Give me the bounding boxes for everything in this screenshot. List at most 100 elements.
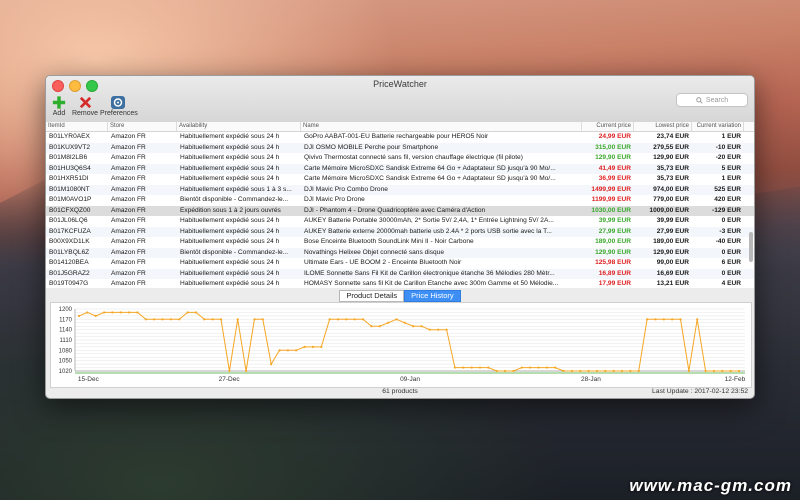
data-point <box>387 321 390 324</box>
data-point <box>144 318 147 321</box>
cell-store: Amazon FR <box>111 238 146 245</box>
cell-name: Novathings Helixee Objet connecté sans d… <box>304 248 445 256</box>
table-row[interactable]: B01KUX9VT2 Amazon FR Habituellement expédi… <box>46 142 754 153</box>
data-point <box>537 366 540 369</box>
cell-lowest-price: 189,00 EUR <box>653 238 689 245</box>
cell-lowest-price: 35,73 EUR <box>656 164 689 172</box>
data-point <box>253 318 256 321</box>
table-row[interactable]: B01LYBQL6Z Amazon FR Bientôt disponible - … <box>46 247 754 258</box>
cell-lowest-price: 129,90 EUR <box>653 154 689 161</box>
cell-name: DJI - Phantom 4 - Drone Quadricoptère av… <box>304 206 486 214</box>
table-row[interactable]: B01M0AVO1P Amazon FR Bientôt disponible - … <box>46 195 754 206</box>
data-point <box>203 318 206 321</box>
table-row[interactable]: B019T0947G Amazon FR Habituellement expédi… <box>46 279 754 288</box>
cell-current-variation: -20 EUR <box>715 154 741 161</box>
cell-current-price: 189,00 EUR <box>595 238 631 245</box>
cell-name: Qivivo Thermostat connecté sans fil, ver… <box>304 154 523 161</box>
cell-lowest-price: 13,21 EUR <box>656 280 689 287</box>
data-point <box>361 318 365 321</box>
cell-itemid: B01LYR0AEX <box>49 133 90 140</box>
table-row[interactable]: B01CFXQZ00 Amazon FR Expédition sous 1 à 2… <box>46 205 754 216</box>
data-point <box>412 325 415 328</box>
data-point <box>228 369 231 373</box>
cell-availability: Habituellement expédié sous 24 h <box>180 133 280 140</box>
price-history-chart: 1200 1170 1140 1110 1080 1050 1020 15-Dec 27-Dec… <box>50 302 752 388</box>
column-header-store[interactable]: Store <box>108 122 177 131</box>
table-row[interactable]: B01J5GRAZ2 Amazon FR Habituellement expédi… <box>46 268 754 279</box>
y-tick-label: 1200 <box>59 307 73 313</box>
cell-availability: Habituellement expédié sous 24 h <box>180 238 280 245</box>
column-header-availability[interactable]: Availability <box>177 122 301 131</box>
cell-current-price: 36,99 EUR <box>598 175 631 182</box>
cell-availability: Habituellement expédié sous 24 h <box>180 227 280 235</box>
tab-price-history[interactable]: Price History <box>404 290 461 302</box>
table-row[interactable]: B01HU3Q6S4 Amazon FR Habituellement expédi… <box>46 163 754 174</box>
products-table[interactable]: ItemId Store Availability Name Current p… <box>46 122 754 288</box>
cell-current-price: 129,90 EUR <box>595 154 631 161</box>
preferences-button[interactable]: Preferences <box>100 90 138 117</box>
cell-name: HOMASY Sonnette sans fil Kit de Carillon… <box>304 280 559 287</box>
data-point <box>620 369 624 373</box>
remove-button[interactable]: Remove <box>71 90 99 117</box>
y-tick-label: 1110 <box>60 338 73 344</box>
data-point <box>219 318 223 321</box>
last-update: Last Update : 2017-02-12 23:52 <box>652 388 748 395</box>
data-point <box>512 369 515 373</box>
data-point <box>278 349 281 352</box>
data-point <box>704 369 707 373</box>
cell-name: Bose Enceinte Bluetooth SoundLink Mini I… <box>304 238 474 245</box>
x-tick-label: 27-Dec <box>219 376 241 383</box>
cell-name: Ultimate Ears - UE BOOM 2 - Enceinte Blu… <box>304 259 462 266</box>
cell-availability: Habituellement expédié sous 24 h <box>180 280 280 287</box>
data-point <box>286 349 289 352</box>
table-row[interactable]: B017KCFUZA Amazon FR Habituellement expédi… <box>46 226 754 237</box>
tab-product-details[interactable]: Product Details <box>339 290 405 302</box>
cell-itemid: B01M8I2LB6 <box>49 154 88 161</box>
data-point <box>178 318 181 321</box>
table-row[interactable]: B01HXR51DI Amazon FR Habituellement expédi… <box>46 174 754 185</box>
cell-current-price: 1499,99 EUR <box>591 185 631 193</box>
cell-lowest-price: 16,69 EUR <box>656 269 689 277</box>
cell-name: ILOME Sonnette Sans Fil Kit de Carillon … <box>304 269 555 277</box>
cell-current-variation: 6 EUR <box>721 259 741 266</box>
table-row[interactable]: B01M1080NT Amazon FR Habituellement expédi… <box>46 184 754 195</box>
data-point <box>503 369 507 373</box>
table-header: ItemId Store Availability Name Current p… <box>46 122 754 132</box>
cell-availability: Expédition sous 1 à 2 jours ouvrés <box>180 206 281 214</box>
column-header-current-variation[interactable]: Current variation <box>692 122 744 131</box>
add-icon <box>52 96 66 109</box>
data-point <box>646 318 649 321</box>
search-field[interactable]: Search <box>676 93 748 107</box>
cell-store: Amazon FR <box>111 259 146 266</box>
cell-name: DJI Mavic Pro Combo Drone <box>304 185 388 193</box>
cell-store: Amazon FR <box>111 175 146 182</box>
cell-store: Amazon FR <box>111 196 146 203</box>
column-header-current-price[interactable]: Current price <box>582 122 634 131</box>
data-point <box>462 366 465 369</box>
cell-itemid: B01J5GRAZ2 <box>49 269 90 277</box>
add-button[interactable]: Add <box>52 90 66 117</box>
cell-current-price: 39,99 EUR <box>598 217 631 224</box>
y-tick-label: 1080 <box>59 348 73 354</box>
cell-current-variation: 0 EUR <box>721 269 741 277</box>
table-scrollbar[interactable] <box>749 232 753 262</box>
cell-name: GoPro AABAT-001-EU Batterie rechargeable… <box>304 133 489 140</box>
data-point <box>520 366 523 369</box>
cell-current-variation: 4 EUR <box>721 280 741 287</box>
data-point <box>487 366 490 369</box>
table-row[interactable]: B00X9XD1LK Amazon FR Habituellement expédi… <box>46 237 754 248</box>
table-row[interactable]: B01M8I2LB6 Amazon FR Habituellement expédi… <box>46 153 754 164</box>
table-row[interactable]: B014120BEA Amazon FR Habituellement expédi… <box>46 258 754 269</box>
x-tick-label: 09-Jan <box>400 376 420 383</box>
cell-name: AUKEY Batterie Portable 30000mAh, 2* Sor… <box>304 217 554 224</box>
cell-lowest-price: 974,00 EUR <box>653 185 689 193</box>
cell-itemid: B01HU3Q6S4 <box>49 164 91 172</box>
data-point <box>370 325 373 328</box>
column-header-name[interactable]: Name <box>301 122 582 131</box>
column-header-itemid[interactable]: ItemId <box>46 122 108 131</box>
table-row[interactable]: B01JL06LQ6 Amazon FR Habituellement expédi… <box>46 216 754 227</box>
column-header-lowest-price[interactable]: Lowest price <box>634 122 692 131</box>
data-point <box>595 369 599 373</box>
cell-store: Amazon FR <box>111 269 146 277</box>
table-row[interactable]: B01LYR0AEX Amazon FR Habituellement expédi… <box>46 132 754 143</box>
